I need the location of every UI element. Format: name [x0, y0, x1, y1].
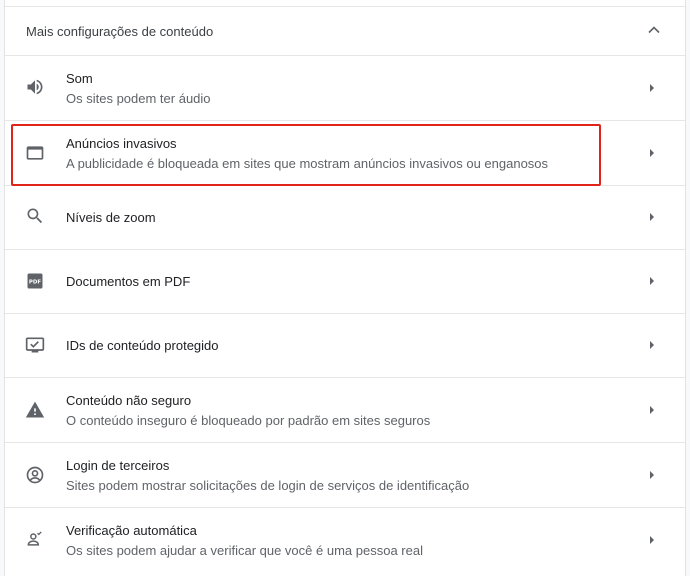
arrow-right-icon	[650, 536, 654, 544]
setting-row-pdf-documents[interactable]: PDF Documentos em PDF	[5, 249, 685, 314]
monitor-check-icon	[25, 337, 45, 353]
setting-title: Verificação automática	[66, 523, 197, 538]
setting-title: Níveis de zoom	[66, 210, 156, 225]
content-settings-card: Mais configurações de conteúdo Som Os si…	[4, 0, 686, 576]
setting-subtitle: Os sites podem ajudar a verificar que vo…	[66, 543, 423, 558]
setting-row-protected-content-ids[interactable]: IDs de conteúdo protegido	[5, 313, 685, 378]
speaker-icon	[27, 79, 43, 95]
setting-title: Conteúdo não seguro	[66, 393, 192, 408]
arrow-right-icon	[650, 277, 654, 285]
arrow-right-icon	[650, 84, 654, 92]
svg-text:PDF: PDF	[29, 280, 41, 286]
setting-row-intrusive-ads[interactable]: Anúncios invasivos A publicidade é bloqu…	[5, 120, 685, 186]
pdf-icon: PDF	[27, 273, 43, 289]
arrow-right-icon	[650, 213, 654, 221]
setting-title: Login de terceiros	[66, 458, 170, 473]
setting-subtitle: Sites podem mostrar solicitações de logi…	[66, 478, 470, 493]
magnifier-icon	[27, 208, 43, 224]
setting-row-auto-verification[interactable]: Verificação automática Os sites podem aj…	[5, 507, 685, 576]
more-content-settings-header[interactable]: Mais configurações de conteúdo	[5, 7, 685, 55]
window-icon	[26, 146, 44, 160]
arrow-right-icon	[650, 341, 654, 349]
setting-row-zoom-levels[interactable]: Níveis de zoom	[5, 185, 685, 250]
chevron-up-icon[interactable]	[647, 23, 661, 37]
section-title: Mais configurações de conteúdo	[26, 24, 214, 39]
setting-title: Som	[66, 71, 93, 86]
warning-icon	[25, 401, 45, 418]
setting-subtitle: Os sites podem ter áudio	[66, 91, 211, 106]
setting-row-third-party-sign-in[interactable]: Login de terceiros Sites podem mostrar s…	[5, 442, 685, 508]
setting-title: Anúncios invasivos	[66, 136, 177, 151]
arrow-right-icon	[650, 471, 654, 479]
account-circle-icon	[26, 466, 44, 484]
setting-title: Documentos em PDF	[66, 274, 191, 289]
person-check-icon	[27, 531, 42, 546]
setting-row-insecure-content[interactable]: Conteúdo não seguro O conteúdo inseguro …	[5, 377, 685, 443]
arrow-right-icon	[650, 149, 654, 157]
setting-row-sound[interactable]: Som Os sites podem ter áudio	[5, 55, 685, 121]
setting-title: IDs de conteúdo protegido	[66, 338, 219, 353]
arrow-right-icon	[650, 406, 654, 414]
setting-subtitle: A publicidade é bloqueada em sites que m…	[66, 156, 549, 171]
setting-subtitle: O conteúdo inseguro é bloqueado por padr…	[66, 413, 431, 428]
